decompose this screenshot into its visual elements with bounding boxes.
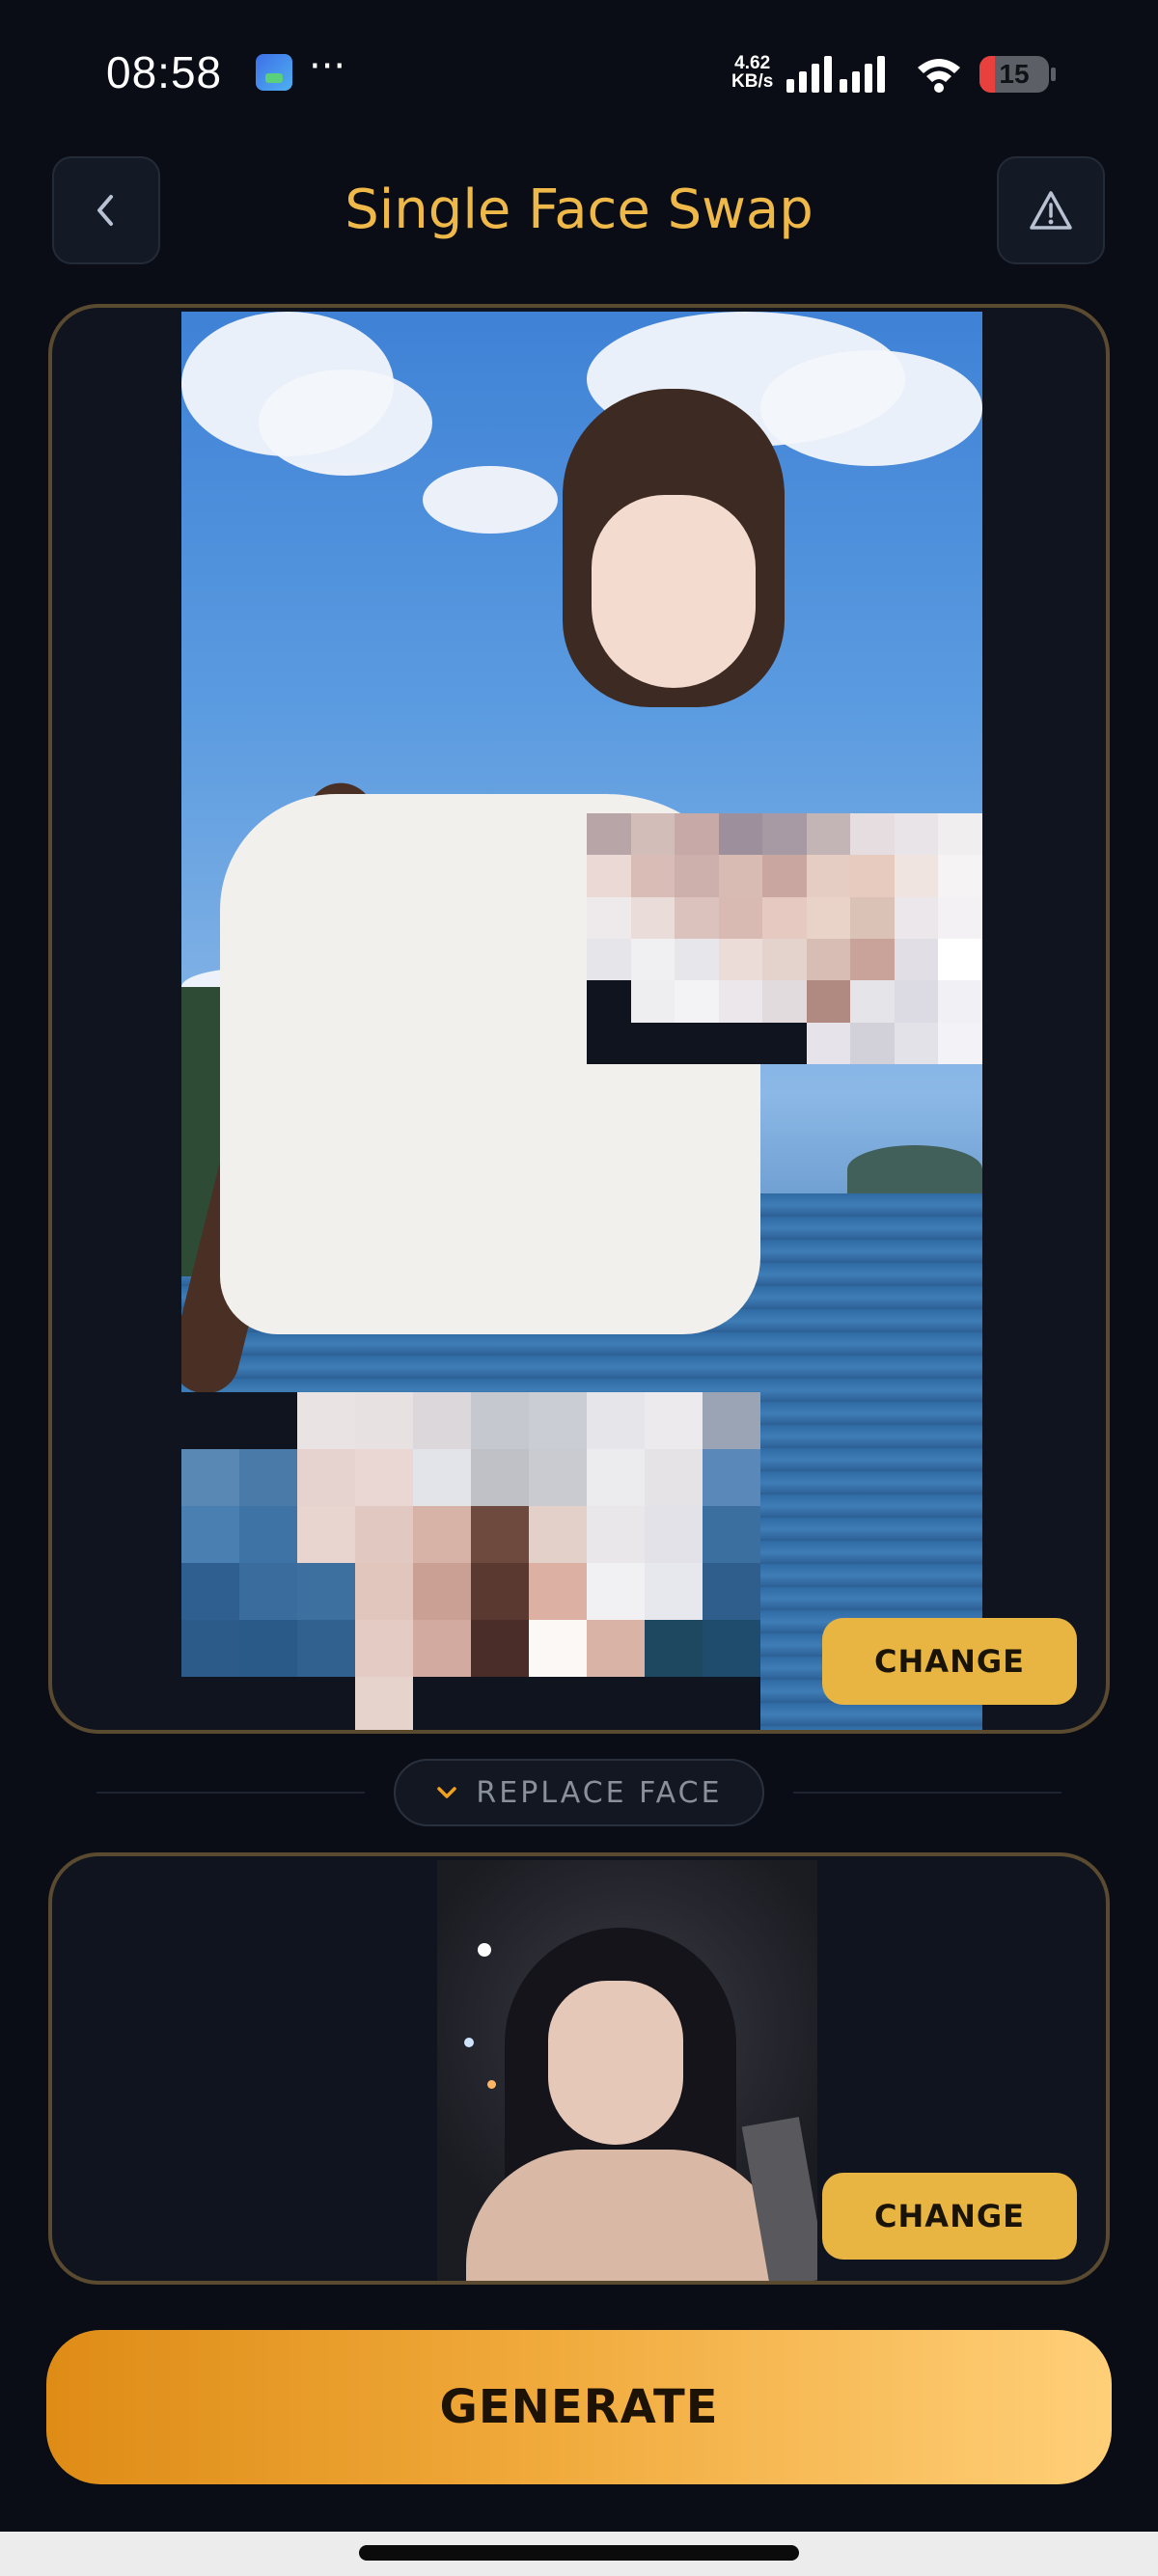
target-image-card[interactable]: CHANGE (48, 304, 1110, 1734)
page-title: Single Face Swap (345, 178, 813, 241)
censor-mosaic (587, 813, 982, 1064)
signal-icon-secondary (840, 56, 885, 93)
more-notifications-icon: ··· (309, 44, 346, 89)
network-speed: 4.62 KB/s (731, 54, 773, 91)
warning-triangle-icon (1030, 191, 1072, 230)
divider-right (793, 1792, 1062, 1794)
wifi-icon (918, 59, 960, 93)
battery-tip (1051, 68, 1056, 81)
source-face-photo (437, 1860, 817, 2281)
network-speed-unit: KB/s (731, 71, 774, 92)
change-target-button[interactable]: CHANGE (822, 1618, 1077, 1705)
status-time: 08:58 (106, 47, 223, 97)
report-button[interactable] (997, 156, 1105, 264)
generate-button[interactable]: GENERATE (46, 2330, 1112, 2484)
divider-left (96, 1792, 365, 1794)
source-face-card[interactable]: CHANGE (48, 1852, 1110, 2285)
replace-face-indicator: REPLACE FACE (394, 1759, 764, 1826)
target-photo (181, 312, 982, 1730)
home-indicator[interactable] (359, 2545, 799, 2561)
chevron-down-icon (437, 1787, 457, 1798)
gallery-app-icon (256, 54, 292, 91)
censor-mosaic-lower (181, 1392, 760, 1730)
signal-icon (786, 56, 832, 93)
status-bar: 08:58 ··· 4.62 KB/s 15 (0, 0, 1158, 145)
replace-face-label: REPLACE FACE (476, 1775, 723, 1810)
battery-level: 15 (999, 59, 1030, 89)
network-speed-value: 4.62 (734, 53, 771, 73)
battery-icon: 15 (979, 56, 1049, 93)
change-source-button[interactable]: CHANGE (822, 2173, 1077, 2260)
